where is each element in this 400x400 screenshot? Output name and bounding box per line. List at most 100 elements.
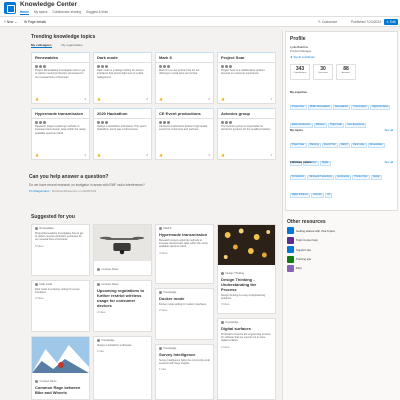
person-icon	[39, 65, 42, 68]
followed-tag[interactable]: Design	[370, 174, 383, 180]
suggested-card[interactable]: Renewables Project Renewables investigat…	[31, 224, 90, 276]
like-icon[interactable]: 👍	[97, 97, 101, 101]
stat-answers[interactable]: 88 Answers	[336, 64, 356, 80]
suggested-card[interactable]: Contoso News Common Rage between Bike an…	[31, 336, 90, 400]
topic-tag[interactable]: Event Prod	[321, 142, 338, 148]
published-status: Published 7/24/2024	[351, 19, 382, 24]
resource-link[interactable]: Topic Center help	[287, 236, 397, 244]
like-icon[interactable]: 👍	[97, 153, 101, 157]
person-icon	[163, 121, 166, 124]
suggested-card[interactable]: Design Thinking Design Thinking - Unders…	[217, 224, 276, 314]
suggested-card[interactable]: Knowledge Docker mode Docker mode settin…	[155, 288, 214, 340]
topic-card[interactable]: Dark mode Dark mode is a design setting …	[93, 52, 152, 104]
topic-likes: 2	[208, 97, 210, 101]
expertise-tag[interactable]: Mobile Renewables	[307, 104, 332, 110]
topic-tag[interactable]: Renewables	[367, 142, 385, 148]
subtab-my-organization[interactable]: My organization	[62, 43, 83, 48]
expertise-tag[interactable]: Product Dev	[289, 104, 307, 110]
asked-by-link[interactable]: Tim Diegelmann	[29, 189, 49, 193]
followed-tag[interactable]: Avionics	[310, 192, 324, 198]
followed-tag[interactable]: Aeronautics	[334, 174, 352, 180]
card-likes: 5 likes	[35, 243, 44, 248]
followed-tag[interactable]: CE Event Productions	[307, 174, 334, 180]
subtab-my-colleagues[interactable]: My colleagues	[31, 43, 52, 48]
followed-tag[interactable]: Digital Surfaces	[289, 192, 310, 198]
tab-home[interactable]: Home	[20, 10, 29, 15]
suggested-card[interactable]: Mark 8 Hypermode transmission Research p…	[155, 224, 214, 284]
like-icon[interactable]: 👍	[35, 97, 39, 101]
card-source: Contoso News	[101, 268, 119, 271]
topic-card[interactable]: CE Event productions CE Event production…	[155, 108, 214, 160]
resource-icon	[287, 227, 294, 235]
tab-my-topics[interactable]: My topics	[34, 10, 47, 15]
suggested-card[interactable]: Knowledge Digital surfaces Proposal to i…	[217, 318, 276, 400]
followed-tag[interactable]: 5G Network	[289, 174, 307, 180]
like-icon[interactable]: 👍	[159, 97, 163, 101]
suggested-card[interactable]: Dark mode Dark mode is a design setting …	[31, 280, 90, 332]
topic-tag[interactable]: Dark mode	[351, 142, 367, 148]
command-bar: + New ⌄ ⚙ Page details ✎ Customize Publi…	[0, 17, 400, 27]
ai-contributor-label: Top AI contributor	[293, 55, 316, 59]
profile-title: Profile	[290, 36, 306, 42]
topic-likes: 1	[270, 153, 272, 157]
topic-card[interactable]: Mark 8 Mark 8 is a new product line for …	[155, 52, 214, 104]
topic-card[interactable]: Project Soar Project Soar is a collabora…	[217, 52, 276, 104]
stat-contributions[interactable]: 343 Contributions	[290, 64, 310, 80]
question-text[interactable]: Do we have recent research on instigator…	[29, 183, 279, 187]
expertise-tag[interactable]: Radio interference	[289, 122, 313, 128]
topic-title: Mark 8	[156, 53, 213, 63]
tab-collaborator-sharing[interactable]: Collaborator sharing	[52, 10, 81, 15]
topic-icon	[221, 321, 224, 324]
suggested-card[interactable]: Knowledge Survey Intelligence Survey Int…	[155, 344, 214, 400]
resource-label: Support site	[296, 247, 311, 252]
resource-link[interactable]: Getting started with Viva Topics	[287, 227, 397, 235]
topic-tag[interactable]: Project Soar	[289, 142, 307, 148]
topic-tag[interactable]: Planning	[307, 142, 321, 148]
topic-description: Mark 8 is a new product line for our off…	[159, 68, 200, 76]
topic-likes: 4	[84, 153, 86, 157]
new-button[interactable]: + New ⌄	[4, 20, 17, 24]
suggested-card[interactable]: Knowledge Always a hackathon enthusiast.…	[93, 336, 152, 400]
followed-tag[interactable]: UX	[324, 192, 333, 198]
topic-card[interactable]: Avionics group The Avionics group is res…	[217, 108, 276, 160]
topic-description: The Avionics group is responsible for el…	[221, 124, 271, 132]
topic-title: Renewables	[32, 53, 89, 63]
person-icon	[43, 121, 46, 124]
card-likes: 1 like	[159, 367, 167, 372]
like-icon[interactable]: 👍	[221, 153, 225, 157]
resource-link[interactable]: FAQ	[287, 264, 397, 272]
topic-card[interactable]: 2020 Hackathon Always a hackathon enthus…	[93, 108, 152, 160]
resource-link[interactable]: Training site	[287, 255, 397, 263]
resource-link[interactable]: Support site	[287, 246, 397, 254]
card-likes: 3 likes	[221, 302, 230, 307]
tab-suggest-links[interactable]: Suggest & links	[86, 10, 108, 15]
suggested-card[interactable]: Contoso News Upcoming regulations to fur…	[93, 280, 152, 332]
followed-tag[interactable]: Product Test	[352, 174, 370, 180]
stat-questions[interactable]: 30 Questions	[313, 64, 333, 80]
followed-topics-tags: 5G Network CE Event Productions Aeronautic…	[289, 164, 397, 200]
expertise-tag[interactable]: Digital Surfaces	[369, 104, 391, 110]
card-source: Knowledge	[163, 291, 177, 294]
topic-likes: 3	[208, 153, 210, 157]
topic-icon	[159, 347, 162, 350]
like-icon[interactable]: 👍	[221, 97, 225, 101]
card-title: Digital surfaces	[221, 326, 251, 331]
like-icon[interactable]: 👍	[35, 153, 39, 157]
topic-title: Project Soar	[218, 53, 275, 63]
topic-card[interactable]: Renewables Project Renewables investigat…	[31, 52, 90, 104]
page-details-button[interactable]: ⚙ Page details	[24, 20, 46, 24]
person-icon	[101, 65, 104, 68]
edit-button[interactable]: ✎ Edit	[384, 19, 398, 25]
topic-description: Research project exploring methods to in…	[35, 124, 86, 135]
expertise-tag[interactable]: User Experience	[345, 122, 367, 128]
expertise-tag[interactable]: Wireless	[313, 122, 327, 128]
topic-card[interactable]: Hypermode transmission Research project …	[31, 108, 90, 160]
like-icon[interactable]: 👍	[159, 153, 163, 157]
topic-tag[interactable]: Mark 8	[338, 142, 350, 148]
expertise-tag[interactable]: Transmission	[350, 104, 369, 110]
card-title: Common Rage between Bike and Wheels	[35, 385, 81, 395]
expertise-tag[interactable]: Hypermode	[327, 122, 345, 128]
expertise-tag[interactable]: Renewables	[332, 104, 350, 110]
suggested-card[interactable]: Contoso News	[93, 224, 152, 276]
customize-button[interactable]: ✎ Customize	[318, 20, 337, 24]
